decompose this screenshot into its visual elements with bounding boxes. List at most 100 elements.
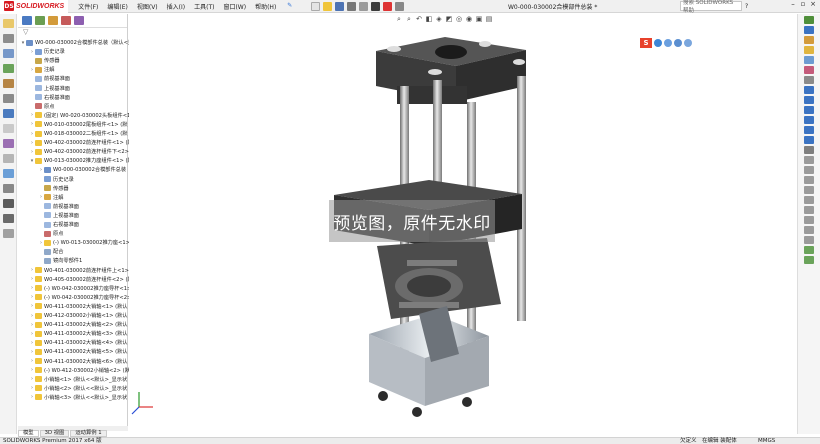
tree-item[interactable]: 传感器	[38, 184, 69, 193]
instant-2d-icon[interactable]	[804, 256, 814, 264]
relation-icon[interactable]	[804, 156, 814, 164]
mate-icon[interactable]	[3, 49, 14, 58]
help-icon[interactable]: ?	[745, 3, 748, 10]
smart-fastener-icon[interactable]	[3, 94, 14, 103]
undo-icon[interactable]	[359, 1, 369, 11]
rapid-sketch-icon[interactable]	[804, 246, 814, 254]
print-icon[interactable]	[347, 1, 357, 11]
tree-item[interactable]: 配合	[38, 247, 63, 256]
appearances-icon[interactable]	[804, 66, 814, 74]
tree-item[interactable]: › W0-411-030002大销轴<5> (默认	[29, 347, 127, 356]
menu-window[interactable]: 窗口(W)	[223, 2, 246, 11]
exploded-view-icon[interactable]	[3, 199, 14, 208]
tree-item[interactable]: › W0-412-030002小销轴<1> (默认	[29, 311, 127, 320]
tree-item[interactable]: › (-) W0-042-030002推力座导杆<2>	[29, 293, 131, 302]
tree-item[interactable]: › 小销轴<1> (默认<<默认>_显示状	[29, 375, 127, 384]
point-icon[interactable]	[804, 136, 814, 144]
tree-item[interactable]: › W0-405-030002前连杆组件<2> (默认	[29, 275, 138, 284]
custom-properties-icon[interactable]	[804, 76, 814, 84]
tree-item[interactable]: › W0-411-030002大销轴<6> (默认	[29, 357, 127, 366]
select-icon[interactable]	[371, 1, 381, 11]
tab-motion-study[interactable]: 运动算例 1	[70, 430, 107, 437]
open-document-icon[interactable]	[323, 1, 333, 11]
tree-item[interactable]: 右视基准面	[38, 220, 79, 229]
tree-item[interactable]: › W0-411-030002大销轴<1> (默认	[29, 302, 127, 311]
tree-item[interactable]: › 注解	[29, 65, 54, 74]
tree-item[interactable]: 原点	[38, 229, 63, 238]
new-document-icon[interactable]	[311, 1, 321, 11]
move-component-icon[interactable]	[3, 109, 14, 118]
tree-item[interactable]: › W0-411-030002大销轴<3> (默认	[29, 329, 127, 338]
arc-sketch-icon[interactable]	[804, 116, 814, 124]
tree-item[interactable]: 镜向零部件1	[38, 256, 82, 265]
tree-item[interactable]: › W0-000-030002合模部件总装	[38, 165, 126, 174]
toggle-linkage[interactable]	[377, 238, 501, 319]
show-hidden-icon[interactable]	[3, 124, 14, 133]
quick-snaps-icon[interactable]	[804, 236, 814, 244]
line-sketch-icon[interactable]	[804, 86, 814, 94]
minimize-icon[interactable]: –	[788, 0, 798, 8]
feature-tree-tab-icon[interactable]	[22, 16, 32, 25]
tree-item[interactable]: › 注解	[38, 193, 63, 202]
tree-item[interactable]: › (-) W0-412-030002小销轴<2> (默	[29, 366, 130, 375]
pattern-entities-icon[interactable]	[804, 206, 814, 214]
tree-item[interactable]: › W0-010-030002尾板组件<1> (默	[29, 120, 127, 129]
mirror-entities-icon[interactable]	[804, 196, 814, 204]
circle-sketch-icon[interactable]	[804, 106, 814, 114]
menu-insert[interactable]: 插入(I)	[167, 2, 185, 11]
tree-item[interactable]: 传感器	[29, 56, 60, 65]
rebuild-icon[interactable]	[383, 1, 393, 11]
trim-icon[interactable]	[804, 166, 814, 174]
tree-item[interactable]: 右视基准面	[29, 93, 70, 102]
tree-item[interactable]: › (-) W0-013-030002推力座<1>	[38, 238, 130, 247]
home-icon[interactable]	[804, 16, 814, 24]
assembly-features-icon[interactable]	[3, 139, 14, 148]
filter-icon[interactable]: ▽	[18, 28, 127, 38]
close-icon[interactable]: ×	[808, 0, 818, 8]
tree-item[interactable]: 前视基准面	[29, 74, 70, 83]
tree-item[interactable]: › 小销轴<3> (默认<<默认>_显示状	[29, 393, 127, 402]
repair-sketch-icon[interactable]	[804, 226, 814, 234]
save-icon[interactable]	[335, 1, 345, 11]
tree-item[interactable]: ▾ W0-013-030002推力座组件<1> (默	[29, 156, 133, 165]
dimxpert-tab-icon[interactable]	[61, 16, 71, 25]
property-manager-tab-icon[interactable]	[35, 16, 45, 25]
tree-item[interactable]: › W0-401-030002前连杆组件上<1> (	[29, 266, 133, 275]
file-explorer-icon[interactable]	[804, 46, 814, 54]
tab-3d-views[interactable]: 3D 视图	[39, 430, 70, 437]
tree-item[interactable]: › 小销轴<2> (默认<<默认>_显示状	[29, 384, 127, 393]
tree-item[interactable]: › W0-402-030002前连杆组件<1> (默认	[29, 138, 138, 147]
options-icon[interactable]	[395, 1, 405, 11]
menu-file[interactable]: 文件(F)	[78, 2, 98, 11]
tree-item[interactable]: 上视基准面	[38, 211, 79, 220]
convert-entities-icon[interactable]	[804, 176, 814, 184]
tree-item[interactable]: › (-) W0-042-030002推力座导杆<1>	[29, 284, 131, 293]
offset-entities-icon[interactable]	[804, 186, 814, 194]
linear-pattern-icon[interactable]	[3, 79, 14, 88]
tree-item[interactable]: › W0-411-030002大销轴<2> (默认	[29, 320, 127, 329]
menu-help[interactable]: 帮助(H)	[255, 2, 276, 11]
resources-icon[interactable]	[804, 26, 814, 34]
display-manager-tab-icon[interactable]	[74, 16, 84, 25]
app-logo[interactable]: DS SOLIDWORKS	[0, 0, 69, 13]
dimension-icon[interactable]	[804, 146, 814, 154]
update-icon[interactable]	[3, 229, 14, 238]
tree-item[interactable]: 前视基准面	[38, 202, 79, 211]
sketch-icon[interactable]	[3, 19, 14, 28]
new-motion-study-icon[interactable]	[3, 169, 14, 178]
bill-of-materials-icon[interactable]	[3, 184, 14, 193]
tab-model[interactable]: 模型	[18, 430, 39, 437]
unit-system[interactable]: MMGS	[758, 438, 775, 444]
tree-item[interactable]: › W0-018-030002二板组件<1> (默	[29, 129, 127, 138]
view-palette-icon[interactable]	[804, 56, 814, 64]
spline-icon[interactable]	[804, 126, 814, 134]
design-library-icon[interactable]	[804, 36, 814, 44]
head-plate[interactable]	[376, 37, 526, 104]
move-entities-icon[interactable]	[804, 216, 814, 224]
tree-item[interactable]: › 历史记录	[29, 47, 65, 56]
menu-edit[interactable]: 编辑(E)	[107, 2, 127, 11]
insert-component-icon[interactable]	[3, 64, 14, 73]
configuration-tab-icon[interactable]	[48, 16, 58, 25]
tree-item[interactable]: 历史记录	[38, 175, 74, 184]
help-search-input[interactable]: 搜索 SOLIDWORKS 帮助	[680, 0, 742, 14]
